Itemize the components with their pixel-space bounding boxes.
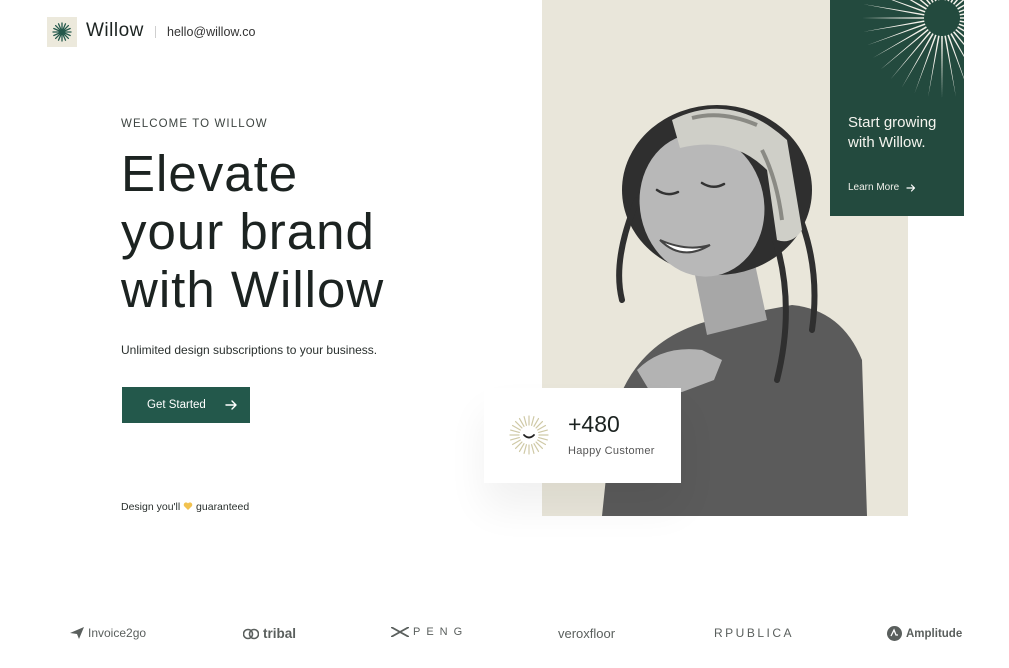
hero-eyebrow: WELCOME TO WILLOW — [121, 118, 268, 130]
guarantee-text-before: Design you'll — [121, 501, 181, 513]
sunburst-logo-icon — [52, 22, 72, 42]
logo-veroxfloor[interactable]: veroxfloor — [558, 626, 615, 641]
learn-more-link[interactable]: Learn More — [848, 182, 916, 193]
headline-line-3: with Willow — [121, 261, 385, 318]
headline-line-1: Elevate — [121, 145, 299, 202]
arrow-right-icon — [906, 183, 916, 192]
get-started-button[interactable]: Get Started — [122, 387, 250, 423]
hero-subtext: Unlimited design subscriptions to your b… — [121, 343, 378, 357]
headline-line-2: your brand — [121, 203, 375, 260]
logo-label: Amplitude — [906, 627, 963, 640]
stat-card: +480 Happy Customer — [484, 388, 681, 483]
logo-label: tribal — [263, 626, 297, 641]
logo-label: RPUBLICA — [714, 626, 795, 640]
logo-peng[interactable]: PENG — [391, 626, 468, 638]
logo-label: PENG — [413, 626, 469, 638]
promo-card: Start growing with Willow. Learn More — [830, 0, 964, 216]
tribal-rings-icon — [243, 628, 259, 639]
guarantee-note: Design you'll guaranteed — [121, 501, 249, 513]
sunburst-icon — [862, 0, 964, 98]
smile-burst-icon — [509, 415, 549, 455]
get-started-label: Get Started — [147, 399, 206, 411]
logo-republica[interactable]: RPUBLICA — [714, 626, 794, 640]
stat-value: +480 — [568, 411, 620, 437]
learn-more-label: Learn More — [848, 182, 900, 193]
logo-amplitude[interactable]: Amplitude — [887, 626, 962, 641]
brand-name[interactable]: Willow — [86, 20, 144, 42]
x-mark-icon — [391, 627, 409, 637]
hero-headline: Elevate your brand with Willow — [121, 145, 451, 319]
arrow-right-icon — [225, 400, 237, 410]
logo-tribal[interactable]: tribal — [243, 626, 296, 641]
email-link[interactable]: hello@willow.co — [167, 25, 255, 39]
stat-label: Happy Customer — [568, 445, 655, 457]
logo[interactable] — [47, 17, 77, 47]
logo-label: veroxfloor — [558, 626, 616, 641]
client-logos: Invoice2go tribal PENG veroxfloor RPUBLI… — [0, 620, 1009, 650]
promo-title: Start growing with Willow. — [848, 114, 937, 151]
paper-plane-icon — [70, 627, 84, 639]
logo-label: Invoice2go — [88, 626, 147, 640]
guarantee-text-after: guaranteed — [196, 501, 250, 513]
amplitude-icon — [887, 626, 902, 641]
heart-icon — [183, 502, 193, 510]
header-divider — [155, 26, 156, 38]
logo-invoice2go[interactable]: Invoice2go — [70, 626, 146, 640]
